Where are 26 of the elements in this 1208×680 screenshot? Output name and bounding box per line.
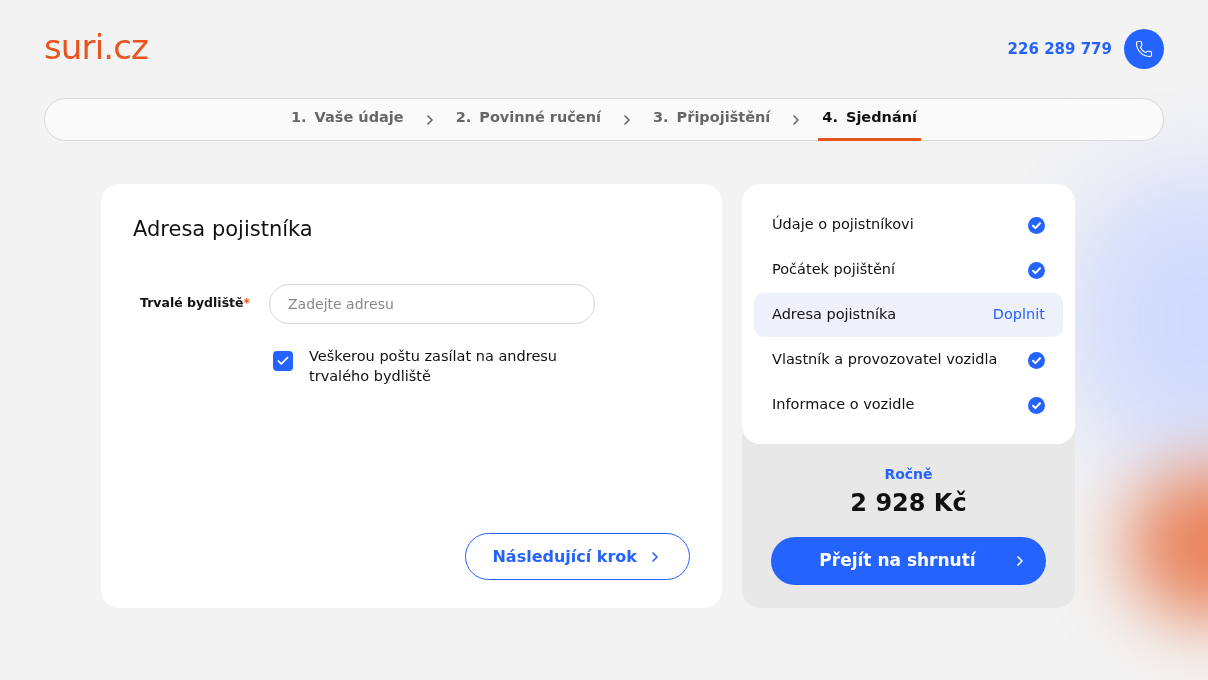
check-circle-icon bbox=[1028, 351, 1045, 369]
checklist-item[interactable]: Vlastník a provozovatel vozidla bbox=[754, 338, 1063, 382]
checklist-item[interactable]: Údaje o pojistníkovi bbox=[754, 203, 1063, 247]
step-tab[interactable]: 4. Sjednání bbox=[818, 98, 921, 141]
check-circle-icon bbox=[1028, 261, 1045, 279]
field-label: Trvalé bydliště* bbox=[139, 294, 252, 313]
check-circle-icon bbox=[1028, 396, 1045, 414]
checkbox-label: Veškerou poštu zasílat na andresu trvalého bydliště bbox=[309, 346, 559, 386]
mail-checkbox[interactable] bbox=[273, 350, 293, 371]
checklist-item[interactable]: Počátek pojištění bbox=[754, 248, 1063, 292]
fill-in-link[interactable]: Doplnit bbox=[992, 304, 1045, 326]
step-tab[interactable]: 1. Vaše údaje bbox=[287, 98, 408, 141]
phone-button[interactable] bbox=[1124, 29, 1164, 69]
check-circle-icon bbox=[1028, 216, 1045, 234]
logo[interactable]: suri.cz bbox=[44, 30, 149, 64]
address-field[interactable]: Zadejte adresu bbox=[269, 283, 595, 324]
checklist-item[interactable]: Informace o vozidle bbox=[754, 383, 1063, 427]
period-label: Ročně bbox=[884, 465, 933, 484]
phone-icon bbox=[1135, 40, 1153, 58]
price: 2 928 Kč bbox=[850, 488, 967, 519]
summary-button[interactable]: Přejít na shrnutí bbox=[771, 537, 1046, 585]
form-title: Adresa pojistníka bbox=[133, 216, 314, 243]
phone-number[interactable]: 226 289 779 bbox=[1007, 37, 1112, 61]
checklist-item[interactable]: Adresa pojistníka Doplnit bbox=[754, 293, 1063, 337]
step-tab[interactable]: 2. Povinné ručení bbox=[451, 98, 605, 141]
step-tab[interactable]: 3. Připojištění bbox=[649, 98, 775, 141]
